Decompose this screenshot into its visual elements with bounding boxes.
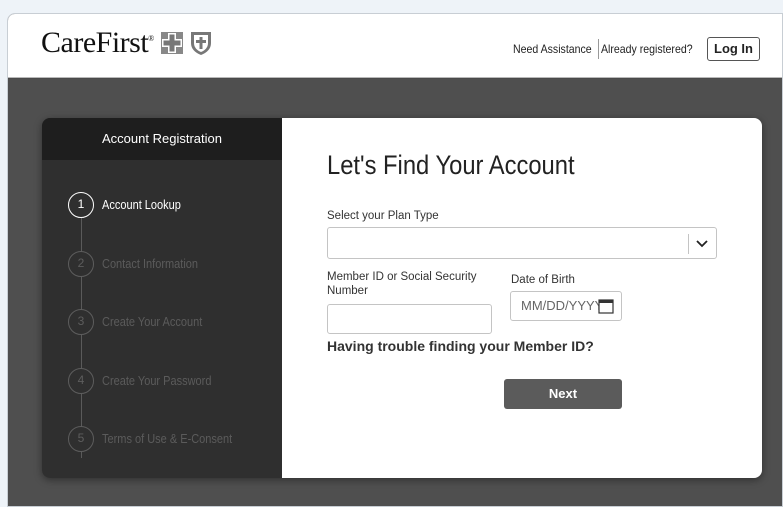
step-account-lookup: 1 Account Lookup <box>68 192 282 251</box>
calendar-icon[interactable] <box>598 298 614 314</box>
header-divider <box>597 39 599 59</box>
carefirst-logo[interactable]: CareFirst® <box>41 26 212 60</box>
login-button[interactable]: Log In <box>707 37 760 61</box>
step-label: Terms of Use & E-Consent <box>102 432 233 446</box>
lookup-form: Let's Find Your Account Select your Plan… <box>282 118 762 478</box>
plan-type-select[interactable] <box>327 227 717 259</box>
step-number: 1 <box>68 192 94 218</box>
shield-logo-icon <box>190 32 211 55</box>
step-number: 3 <box>68 309 94 335</box>
logo-wordmark: CareFirst® <box>41 26 154 59</box>
step-terms-of-use: 5 Terms of Use & E-Consent <box>68 426 282 478</box>
member-id-input[interactable] <box>327 304 492 334</box>
chevron-down-icon[interactable] <box>694 235 710 251</box>
member-id-label: Member ID or Social Security Number <box>327 271 477 297</box>
cross-logo-icon <box>160 32 183 54</box>
step-number: 2 <box>68 250 94 277</box>
step-label: Create Your Password <box>102 373 212 388</box>
step-number: 5 <box>68 426 94 452</box>
step-create-password: 4 Create Your Password <box>68 367 282 427</box>
dob-placeholder: MM/DD/YYYY <box>521 298 604 313</box>
already-registered-text: Already registered? <box>600 42 693 56</box>
plan-type-label: Select your Plan Type <box>327 210 439 222</box>
sidebar-title: Account Registration <box>42 118 282 160</box>
step-create-account: 3 Create Your Account <box>68 309 282 368</box>
step-contact-information: 2 Contact Information <box>68 250 282 310</box>
dob-input[interactable]: MM/DD/YYYY <box>510 291 622 321</box>
step-label: Create Your Account <box>102 315 203 329</box>
next-button[interactable]: Next <box>504 379 622 409</box>
select-divider <box>688 234 689 254</box>
site-header: CareFirst® Need Assistance Already regis… <box>8 14 782 78</box>
step-list: 1 Account Lookup 2 Contact Information 3… <box>42 160 282 478</box>
browser-frame: CareFirst® Need Assistance Already regis… <box>7 13 783 507</box>
step-label: Contact Information <box>102 256 199 271</box>
need-assistance-link[interactable]: Need Assistance <box>513 42 592 56</box>
page-title: Let's Find Your Account <box>327 150 575 180</box>
step-number: 4 <box>68 367 94 394</box>
modal-overlay: Account Registration 1 Account Lookup 2 … <box>8 79 782 506</box>
step-label: Account Lookup <box>102 198 181 212</box>
member-id-help-link[interactable]: Having trouble finding your Member ID? <box>327 338 594 354</box>
registration-card: Account Registration 1 Account Lookup 2 … <box>42 118 762 478</box>
dob-label: Date of Birth <box>511 274 575 286</box>
steps-sidebar: Account Registration 1 Account Lookup 2 … <box>42 118 282 478</box>
header-nav: Need Assistance Already registered? Log … <box>513 37 760 61</box>
